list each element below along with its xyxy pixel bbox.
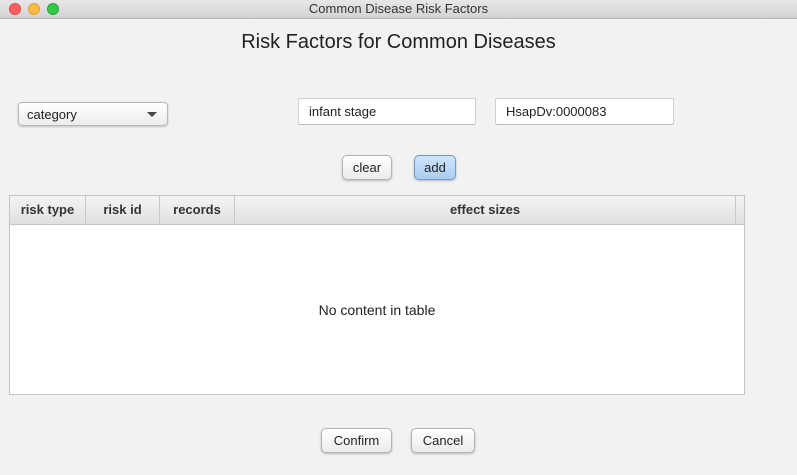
column-header-risk-id[interactable]: risk id [86,196,160,224]
add-button[interactable]: add [414,155,456,180]
page-title: Risk Factors for Common Diseases [241,31,556,53]
risk-factors-table: risk type risk id records effect sizes N… [9,195,745,395]
clear-button[interactable]: clear [342,155,392,180]
cancel-button[interactable]: Cancel [411,428,475,453]
column-header-effect-sizes[interactable]: effect sizes [235,196,736,224]
table-header: risk type risk id records effect sizes [10,196,744,225]
column-header-filler [736,196,744,224]
chevron-down-icon [147,112,157,117]
title-bar: Common Disease Risk Factors [0,0,797,19]
confirm-button[interactable]: Confirm [321,428,392,453]
column-header-records[interactable]: records [160,196,235,224]
ontology-id-input[interactable] [495,98,674,125]
column-header-risk-type[interactable]: risk type [10,196,86,224]
window-title: Common Disease Risk Factors [308,1,489,16]
category-select-value: category [27,107,77,122]
category-select[interactable]: category [18,102,168,126]
empty-table-message: No content in table [318,302,436,318]
stage-input[interactable] [298,98,476,125]
